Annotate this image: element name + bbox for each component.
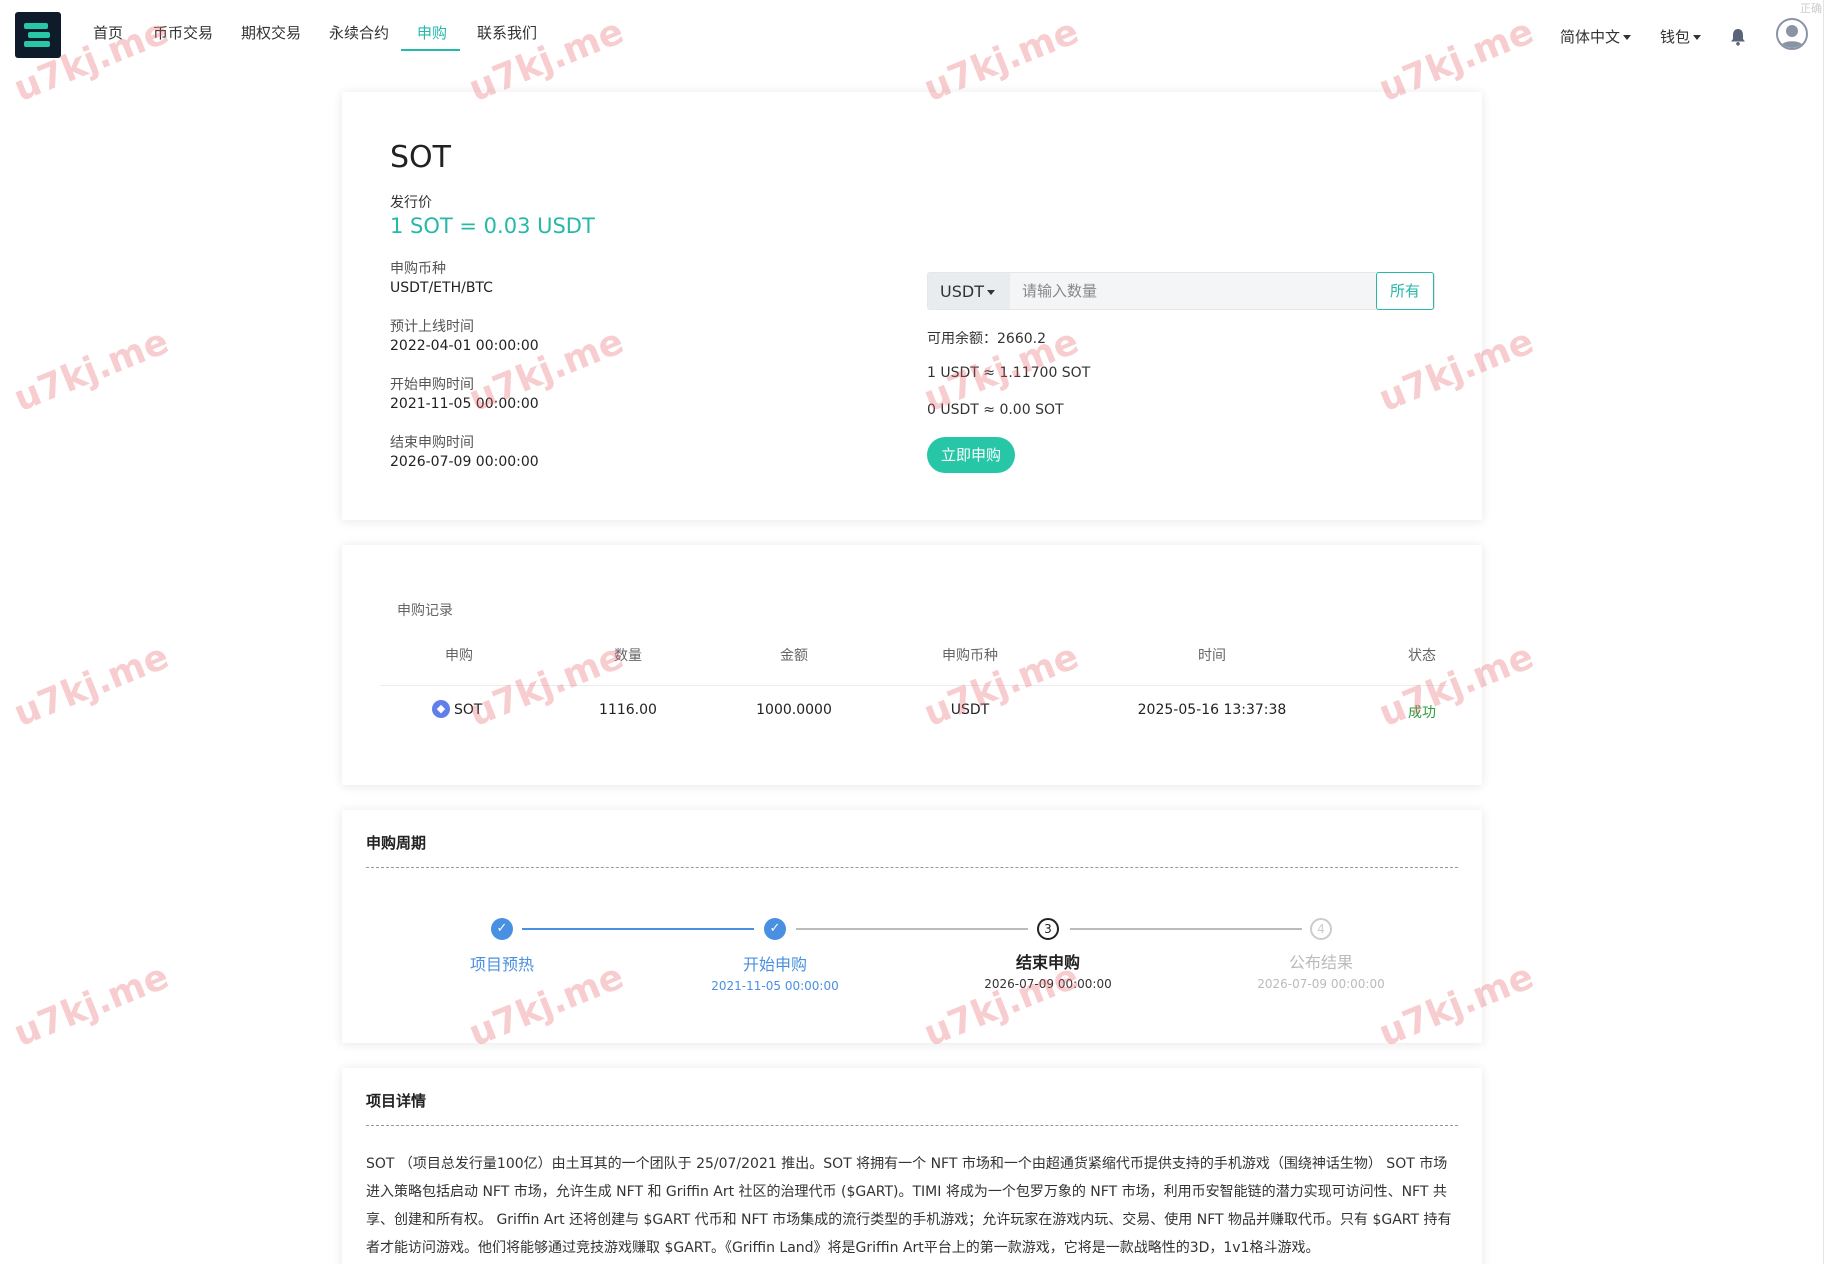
currency-dropdown-label: USDT [940,282,984,301]
issue-price: 1 SOT = 0.03 USDT [390,214,595,238]
column-header-currency: 申购币种 [942,648,998,664]
nav-item-home[interactable]: 首页 [93,22,123,43]
chevron-down-icon [986,290,995,295]
column-header-time: 时间 [1198,648,1226,664]
currency-value: USDT/ETH/BTC [390,280,493,296]
row-time: 2025-05-16 13:37:38 [1137,702,1287,718]
nav-item-perpetual[interactable]: 永续合约 [329,22,389,43]
step-date-end: 2026-07-09 00:00:00 [984,977,1112,991]
wallet-menu[interactable]: 钱包 [1660,26,1702,47]
avatar[interactable] [1776,18,1808,50]
scrollbar[interactable] [1823,0,1824,1264]
start-time-value: 2021-11-05 00:00:00 [390,396,539,412]
exchange-rate: 1 USDT ≈ 1.11700 SOT [927,365,1091,381]
period-title: 申购周期 [366,834,427,852]
details-text: SOT （项目总发行量100亿）由土耳其的一个团队于 25/07/2021 推出… [366,1156,1452,1256]
divider [366,1125,1458,1126]
bell-icon[interactable] [1730,28,1746,46]
row-status: 成功 [1408,705,1436,721]
step-connector [522,928,754,930]
step-connector [1070,928,1302,930]
chevron-down-icon [1693,35,1702,40]
amount-input[interactable] [1010,273,1370,309]
end-time-label: 结束申购时间 [390,435,474,451]
step-date-start: 2021-11-05 00:00:00 [711,979,839,993]
step-label-start: 开始申购 [742,955,807,974]
listing-time-value: 2022-04-01 00:00:00 [390,338,539,354]
records-title: 申购记录 [397,603,453,619]
details-title: 项目详情 [366,1092,427,1110]
language-selector[interactable]: 简体中文 [1560,26,1632,47]
start-time-label: 开始申购时间 [390,377,474,393]
estimate: 0 USDT ≈ 0.00 SOT [927,402,1064,418]
nav-item-subscribe[interactable]: 申购 [417,22,447,43]
coin-title: SOT [390,140,451,175]
divider [366,867,1458,868]
table-divider [380,685,1448,686]
row-quantity: 1116.00 [599,702,657,718]
currency-label: 申购币种 [390,261,446,277]
column-header-status: 状态 [1408,648,1436,664]
watermark: u7kj.me [8,956,175,1055]
subscription-card: SOT 发行价 1 SOT = 0.03 USDT 申购币种 USDT/ETH/… [342,92,1482,520]
row-currency: USDT [950,702,990,718]
step-number-4: 4 [1310,918,1332,940]
all-button[interactable]: 所有 [1376,272,1434,310]
corner-text: 正确 [1800,2,1822,15]
logo[interactable] [15,12,61,58]
details-card: 项目详情 SOT （项目总发行量100亿）由土耳其的一个团队于 25/07/20… [342,1068,1482,1264]
top-navbar: 首页 币币交易 期权交易 永续合约 申购 联系我们 简体中文 钱包 [0,0,1826,70]
column-header-amount: 金额 [780,648,808,664]
available-balance: 可用余额：2660.2 [927,331,1046,347]
language-label: 简体中文 [1560,28,1621,46]
amount-input-group: USDT [927,272,1435,310]
nav-item-contact[interactable]: 联系我们 [477,22,537,43]
step-label-end: 结束申购 [1015,953,1080,972]
step-connector [796,928,1028,930]
watermark: u7kj.me [8,636,175,735]
currency-dropdown[interactable]: USDT [928,273,1010,309]
step-date-result: 2026-07-09 00:00:00 [1257,977,1385,991]
wallet-label: 钱包 [1660,28,1691,46]
records-card: 申购记录 申购 数量 金额 申购币种 时间 状态 ◆ SOT 1116.00 1… [342,545,1482,785]
step-label-result: 公布结果 [1288,953,1353,972]
step-number-3: 3 [1037,918,1059,940]
nav-item-spot-trading[interactable]: 币币交易 [153,22,213,43]
step-label-warmup: 项目预热 [469,955,534,974]
watermark: u7kj.me [8,321,175,420]
issue-price-label: 发行价 [390,195,432,211]
subscribe-button[interactable]: 立即申购 [927,437,1015,473]
column-header-quantity: 数量 [614,648,642,664]
end-time-value: 2026-07-09 00:00:00 [390,454,539,470]
period-card: 申购周期 ✓ ✓ 3 4 项目预热 开始申购 2021-11-05 00:00:… [342,810,1482,1043]
chevron-down-icon [1623,35,1632,40]
check-icon: ✓ [764,918,786,940]
row-coin: SOT [454,702,483,718]
nav-item-options[interactable]: 期权交易 [241,22,301,43]
listing-time-label: 预计上线时间 [390,319,474,335]
row-amount: 1000.0000 [756,702,832,718]
check-icon: ✓ [491,918,513,940]
nav-active-indicator [401,49,460,51]
column-header-coin: 申购 [445,648,473,664]
ethereum-icon: ◆ [432,700,450,718]
